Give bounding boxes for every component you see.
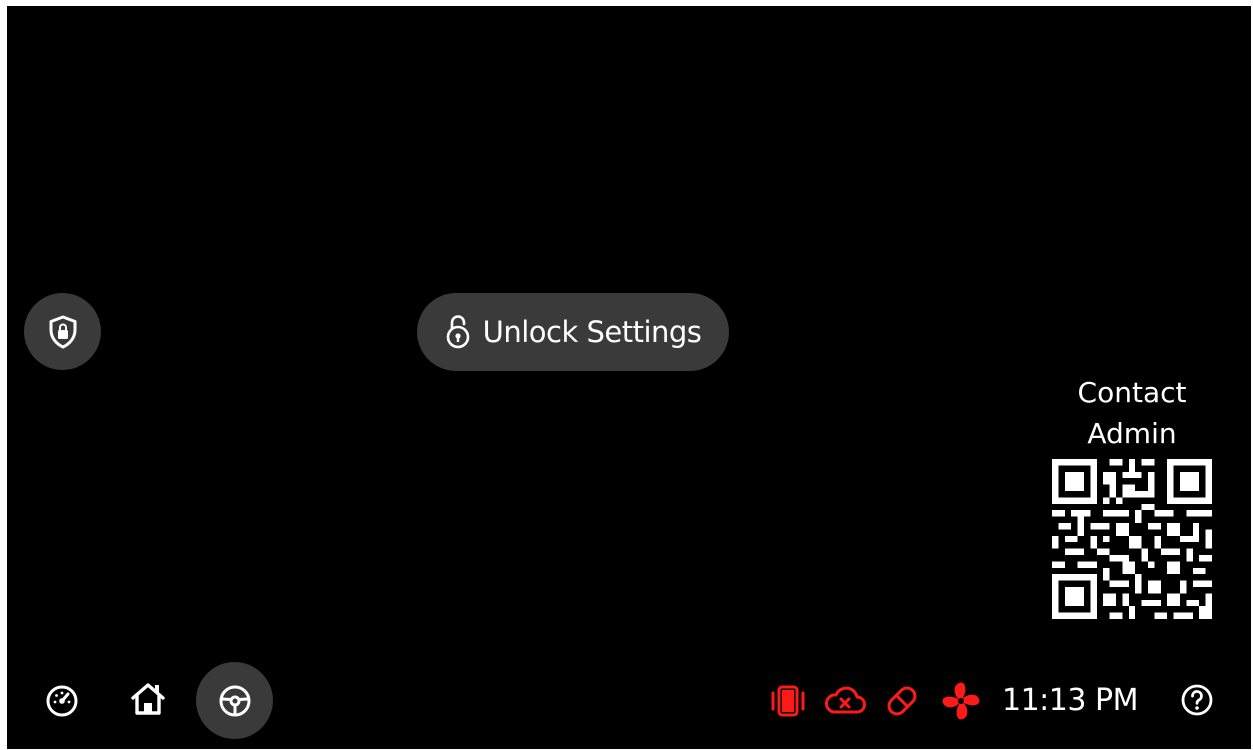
vibration-alert-indicator[interactable] bbox=[767, 684, 809, 718]
shield-lock-icon bbox=[49, 315, 76, 348]
contact-line-1: Contact bbox=[1077, 376, 1187, 409]
dashboard-button[interactable] bbox=[43, 682, 81, 720]
clock-time: 11:13 PM bbox=[1002, 683, 1138, 718]
gauge-icon bbox=[46, 685, 78, 717]
steering-wheel-icon bbox=[219, 685, 250, 716]
vehicle-settings-button[interactable] bbox=[196, 662, 273, 739]
capsule-indicator[interactable] bbox=[882, 682, 922, 720]
contact-line-2: Admin bbox=[1087, 417, 1177, 450]
fan-indicator[interactable] bbox=[939, 680, 983, 722]
home-button[interactable] bbox=[128, 679, 168, 719]
fan-icon bbox=[942, 682, 980, 720]
contact-admin-text: Contact Admin bbox=[1047, 372, 1217, 454]
unlock-settings-label: Unlock Settings bbox=[482, 315, 702, 349]
open-padlock-icon bbox=[446, 315, 469, 349]
cloud-status-indicator[interactable] bbox=[822, 684, 868, 718]
cloud-disconnected-icon bbox=[825, 686, 866, 714]
help-icon bbox=[1181, 684, 1213, 716]
home-icon bbox=[131, 683, 165, 715]
qr-code[interactable] bbox=[1052, 459, 1212, 619]
kiosk-screen: Unlock Settings Contact Admin 11:13 PM bbox=[7, 6, 1251, 749]
capsule-icon bbox=[887, 686, 917, 716]
security-button[interactable] bbox=[24, 293, 101, 370]
vibration-alert-icon bbox=[771, 685, 805, 717]
unlock-settings-button[interactable]: Unlock Settings bbox=[417, 293, 729, 371]
help-button[interactable] bbox=[1179, 682, 1215, 718]
